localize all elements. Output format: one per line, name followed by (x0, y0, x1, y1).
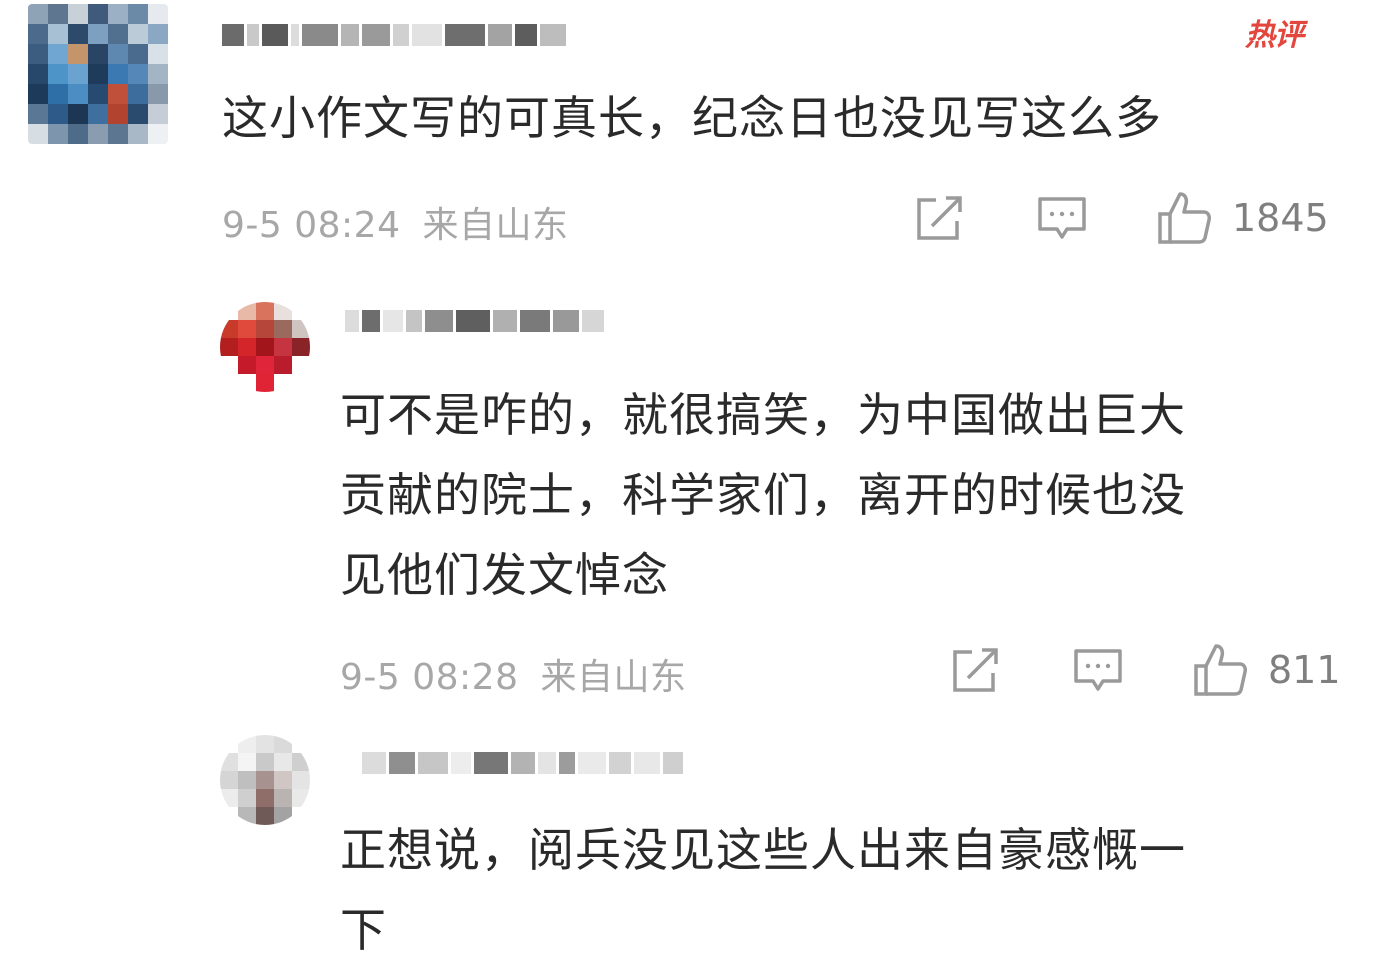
share-icon[interactable] (914, 195, 966, 243)
reply-name-blurred[interactable] (362, 752, 686, 774)
reply-meta: 9-5 08:28 来自山东 (340, 648, 686, 700)
reply-text-line: 可不是咋的，就很搞笑，为中国做出巨大 (340, 388, 1186, 442)
reply-text-line: 下 (340, 903, 387, 957)
comment-icon[interactable] (1036, 195, 1088, 243)
like-count: 1845 (1232, 196, 1329, 240)
thumbs-up-icon[interactable] (1192, 642, 1248, 698)
reply-text: 可不是咋的，就很搞笑，为中国做出巨大 贡献的院士，科学家们，离开的时候也没 见他… (340, 375, 1186, 615)
reply-location: 来自山东 (540, 657, 687, 698)
reply-text-line: 贡献的院士，科学家们，离开的时候也没 (340, 468, 1186, 522)
comment-text: 这小作文写的可真长，纪念日也没见写这么多 (222, 91, 1162, 145)
comment-meta: 9-5 08:24 来自山东 (222, 196, 568, 248)
comment-location: 来自山东 (422, 205, 569, 246)
comment-timestamp: 9-5 08:24 (222, 205, 401, 246)
reply-text: 正想说，阅兵没见这些人出来自豪感慨一 下 (340, 810, 1186, 970)
reply-name-blurred[interactable] (345, 310, 607, 332)
hot-comment-badge: 热评 (1245, 18, 1304, 53)
reply-avatar[interactable] (220, 302, 310, 392)
reply-text-line: 见他们发文悼念 (340, 548, 669, 602)
reply-avatar[interactable] (220, 735, 310, 825)
commenter-avatar[interactable] (28, 4, 168, 144)
like-count: 811 (1268, 648, 1341, 692)
reply-timestamp: 9-5 08:28 (340, 657, 519, 698)
commenter-name-blurred[interactable] (222, 24, 569, 46)
comment-icon[interactable] (1072, 647, 1124, 695)
reply-text-line: 正想说，阅兵没见这些人出来自豪感慨一 (340, 823, 1186, 877)
thumbs-up-icon[interactable] (1156, 190, 1212, 246)
share-icon[interactable] (950, 647, 1002, 695)
